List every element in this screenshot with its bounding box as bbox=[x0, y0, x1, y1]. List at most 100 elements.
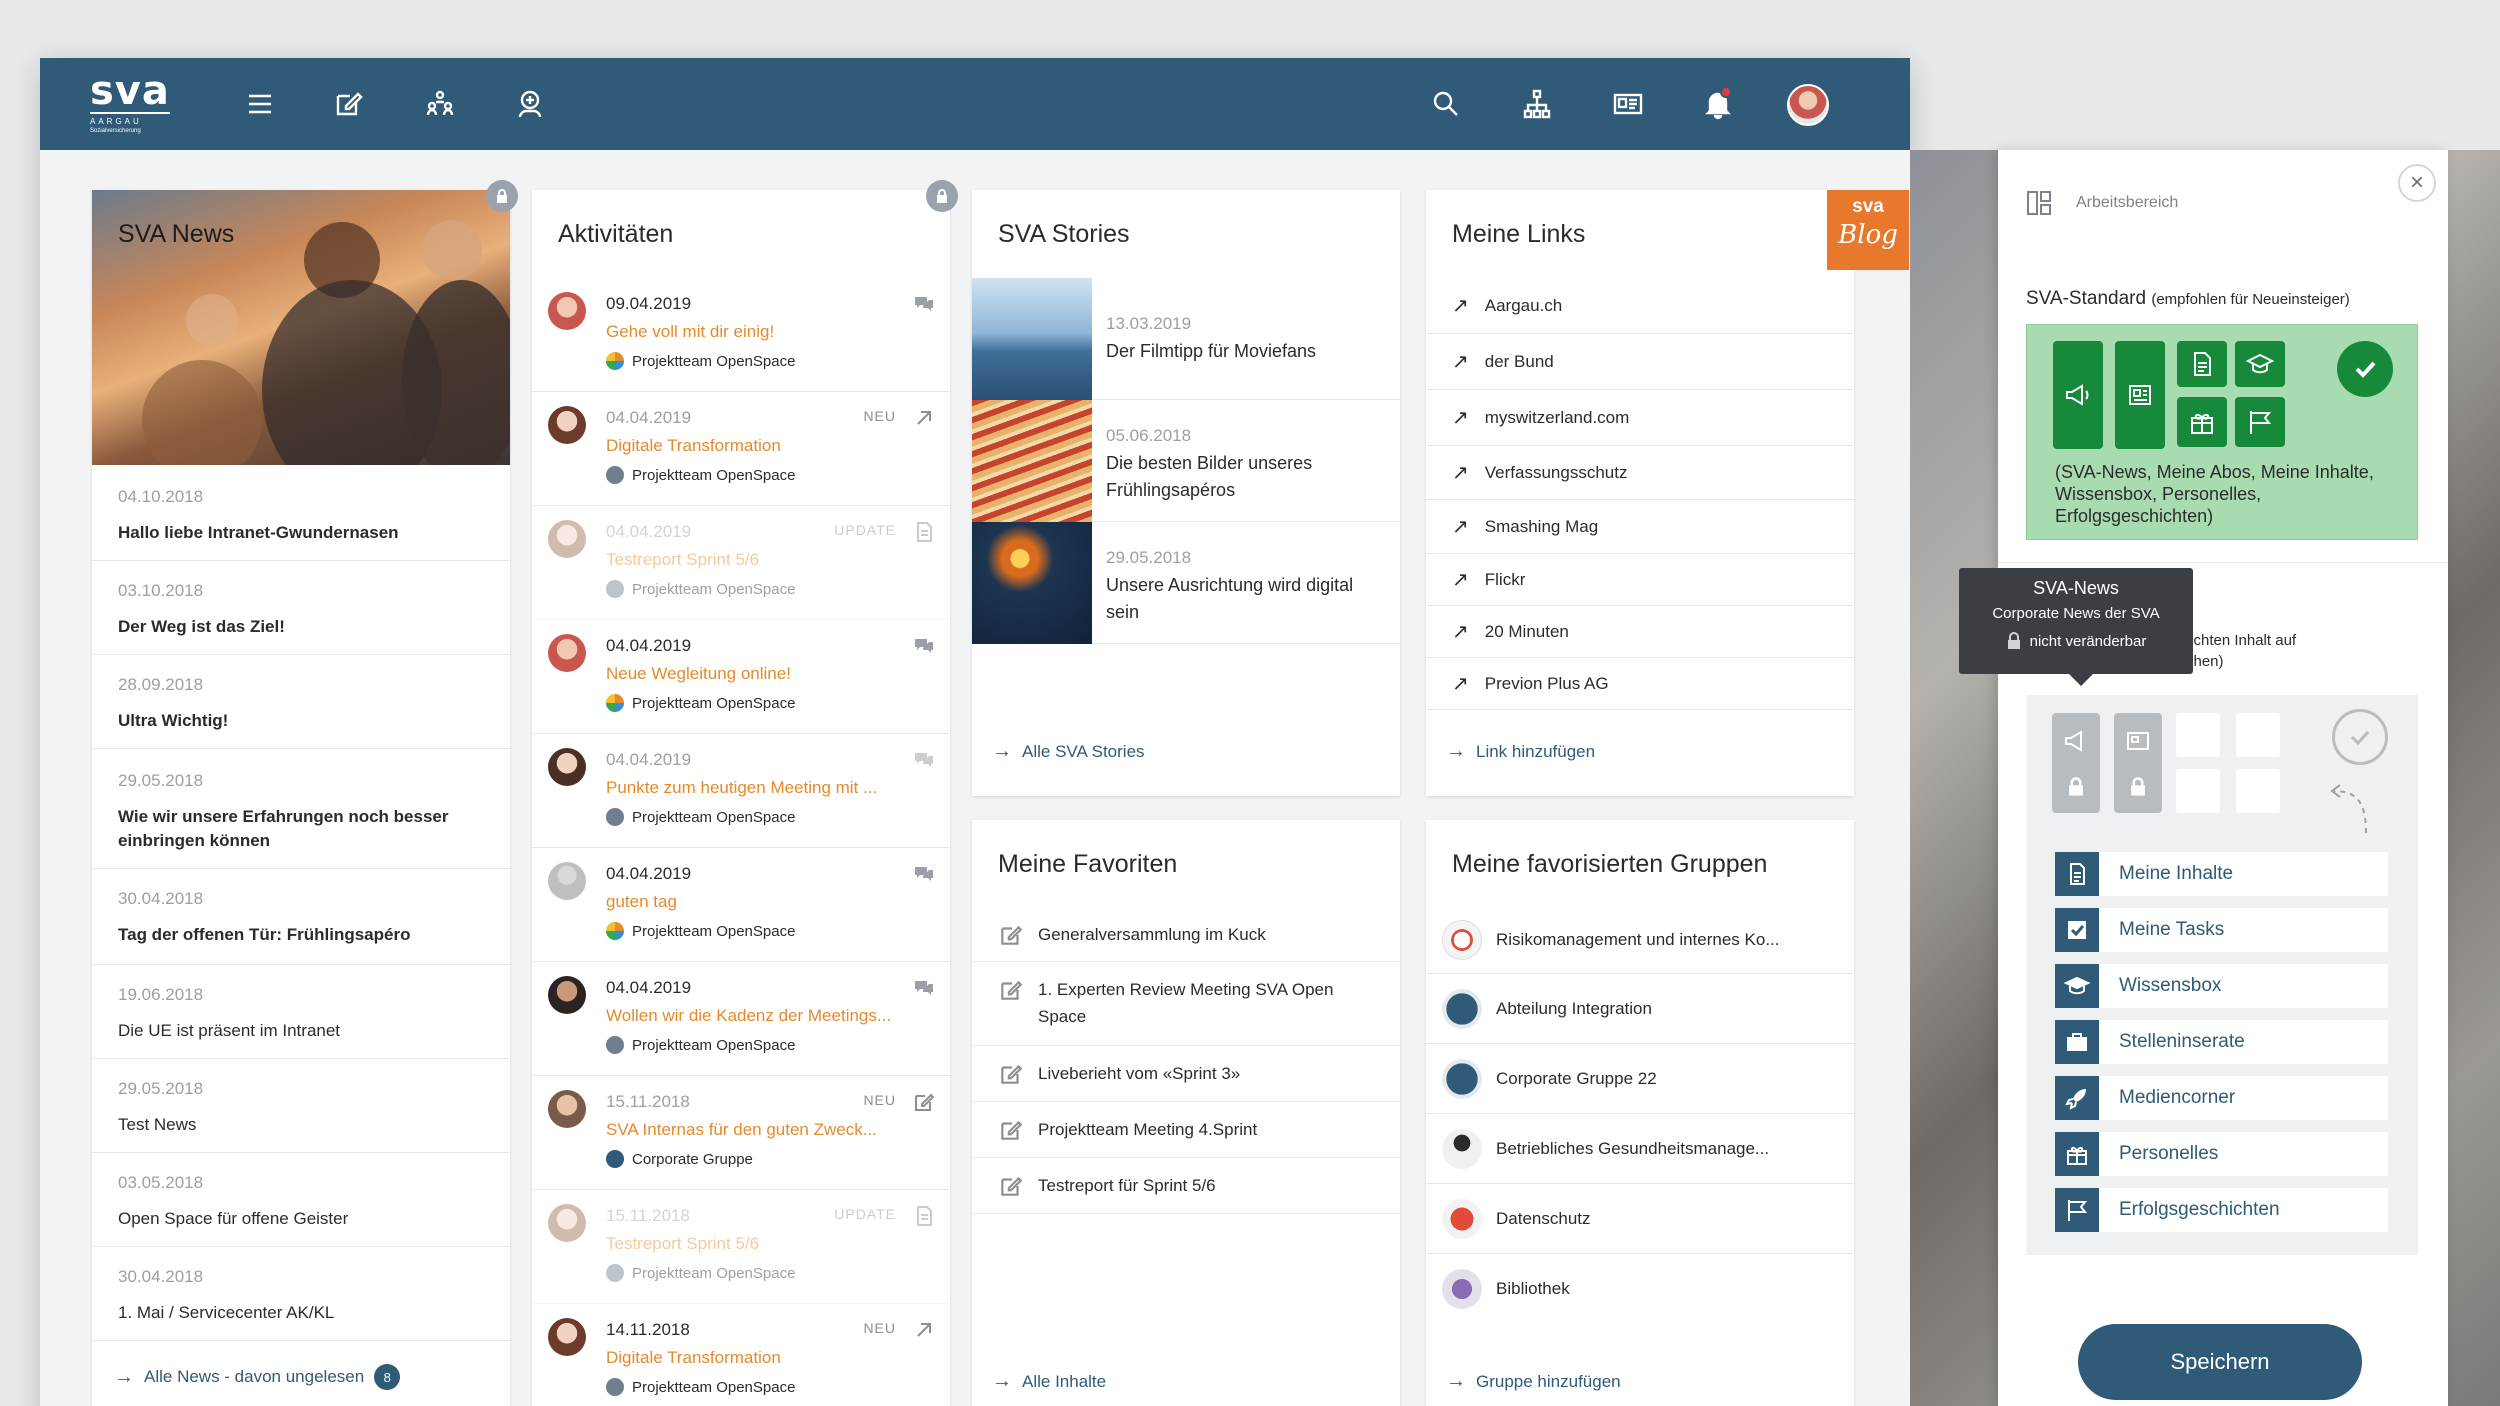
widget-erfolgsgeschichten[interactable]: Erfolgsgeschichten bbox=[2055, 1188, 2388, 1232]
group-item[interactable]: Corporate Gruppe 22 bbox=[1426, 1044, 1854, 1114]
story-item[interactable]: 05.06.2018 Die besten Bilder unseres Frü… bbox=[972, 400, 1400, 522]
sva-logo[interactable]: sva AARGAU Sozialversicherung bbox=[90, 71, 175, 136]
lock-icon bbox=[2069, 777, 2083, 796]
document-icon bbox=[917, 522, 932, 542]
news-item[interactable]: 03.10.2018 Der Weg ist das Ziel! bbox=[92, 561, 510, 655]
widget-personelles[interactable]: Personelles bbox=[2055, 1132, 2388, 1176]
add-group-icon[interactable] bbox=[510, 84, 550, 124]
activity-item[interactable]: 04.04.2019 Wollen wir die Kadenz der Mee… bbox=[532, 962, 950, 1076]
author-avatar bbox=[548, 976, 586, 1014]
all-news-link[interactable]: → Alle News - davon ungelesen 8 bbox=[114, 1364, 401, 1390]
link-item[interactable]: ↗ Smashing Mag bbox=[1426, 500, 1854, 554]
group-item[interactable]: Betriebliches Gesundheitsmanage... bbox=[1426, 1114, 1854, 1184]
rocket-icon bbox=[2055, 1076, 2099, 1120]
news-item[interactable]: 04.10.2018 Hallo liebe Intranet-Gwunderna… bbox=[92, 465, 510, 561]
news-item[interactable]: 29.05.2018 Wie wir unsere Erfahrungen noc… bbox=[92, 749, 510, 869]
check-outline-icon[interactable] bbox=[2332, 709, 2388, 765]
favorite-item[interactable]: Generalversammlung im Kuck bbox=[972, 908, 1400, 962]
user-avatar[interactable] bbox=[1786, 83, 1830, 127]
comments-icon bbox=[915, 981, 933, 995]
all-stories-link[interactable]: → Alle SVA Stories bbox=[992, 740, 1145, 763]
link-item[interactable]: ↗ der Bund bbox=[1426, 334, 1854, 390]
activity-item[interactable]: 04.04.2019 Punkte zum heutigen Meeting m… bbox=[532, 734, 950, 848]
empty-slot[interactable] bbox=[2236, 769, 2280, 813]
news-item[interactable]: 28.09.2018 Ultra Wichtig! bbox=[92, 655, 510, 749]
curved-arrow-icon bbox=[2330, 784, 2367, 834]
widget-wissensbox[interactable]: Wissensbox bbox=[2055, 964, 2388, 1008]
close-button[interactable]: × bbox=[2398, 164, 2436, 202]
add-group-button[interactable]: → Gruppe hinzufügen bbox=[1446, 1370, 1621, 1393]
external-arrow-icon: ↗ bbox=[1452, 673, 1469, 695]
empty-slot[interactable] bbox=[2176, 713, 2220, 757]
activity-item[interactable]: 04.04.2019 guten tag Projektteam OpenSpa… bbox=[532, 848, 950, 962]
link-item[interactable]: ↗ Aargau.ch bbox=[1426, 278, 1854, 334]
contact-card-icon[interactable] bbox=[1608, 84, 1648, 124]
story-item[interactable]: 29.05.2018 Unsere Ausrichtung wird digit… bbox=[972, 522, 1400, 644]
activity-item[interactable]: 09.04.2019 Gehe voll mit dir einig! Proj… bbox=[532, 278, 950, 392]
news-item[interactable]: 03.05.2018 Open Space für offene Geister bbox=[92, 1153, 510, 1247]
link-item[interactable]: ↗ 20 Minuten bbox=[1426, 606, 1854, 658]
news-item[interactable]: 29.05.2018 Test News bbox=[92, 1059, 510, 1153]
empty-slot[interactable] bbox=[2176, 769, 2220, 813]
org-chart-icon[interactable] bbox=[1517, 84, 1557, 124]
gift-icon bbox=[2055, 1132, 2099, 1176]
favorites-card: Meine Favoriten Generalversammlung im Ku… bbox=[972, 820, 1400, 1406]
activity-item[interactable]: 15.11.2018 Testreport Sprint 5/6 Projekt… bbox=[532, 1190, 950, 1304]
empty-slot[interactable] bbox=[2236, 713, 2280, 757]
lock-icon bbox=[2131, 777, 2145, 796]
activities-title: Aktivitäten bbox=[558, 220, 674, 248]
news-hero-image: SVA News bbox=[92, 190, 510, 465]
groups-card: Meine favorisierten Gruppen Risikomanage… bbox=[1426, 820, 1854, 1406]
news-item[interactable]: 30.04.2018 Tag der offenen Tür: Frühlings… bbox=[92, 869, 510, 965]
document-icon bbox=[2177, 341, 2227, 387]
activity-item[interactable]: 14.11.2018 Digitale Transformation Proje… bbox=[532, 1304, 950, 1406]
link-item[interactable]: ↗ myswitzerland.com bbox=[1426, 390, 1854, 446]
edit-note-icon bbox=[1001, 1176, 1023, 1196]
standard-preset-option[interactable]: (SVA-News, Meine Abos, Meine Inhalte, Wi… bbox=[2026, 324, 2418, 540]
link-item[interactable]: ↗ Verfassungsschutz bbox=[1426, 446, 1854, 500]
locked-newspaper-tile[interactable] bbox=[2114, 713, 2162, 813]
edit-icon[interactable] bbox=[328, 84, 368, 124]
search-icon[interactable] bbox=[1426, 84, 1466, 124]
news-item[interactable]: 19.06.2018 Die UE ist präsent im Intranet bbox=[92, 965, 510, 1059]
activity-item[interactable]: 04.04.2019 Testreport Sprint 5/6 Projekt… bbox=[532, 506, 950, 620]
notification-bell-icon[interactable] bbox=[1698, 84, 1738, 124]
external-arrow-icon: ↗ bbox=[1452, 516, 1469, 538]
widget-stelleninserate[interactable]: Stelleninserate bbox=[2055, 1020, 2388, 1064]
notification-dot bbox=[1720, 86, 1732, 98]
author-avatar bbox=[548, 1204, 586, 1242]
external-arrow-icon bbox=[917, 1323, 931, 1337]
link-item[interactable]: ↗ Previon Plus AG bbox=[1426, 658, 1854, 710]
standard-preset-description: (SVA-News, Meine Abos, Meine Inhalte, Wi… bbox=[2055, 462, 2374, 526]
activity-item[interactable]: 04.04.2019 Neue Wegleitung online! Proje… bbox=[532, 620, 950, 734]
group-item[interactable]: Abteilung Integration bbox=[1426, 974, 1854, 1044]
save-button[interactable]: Speichern bbox=[2078, 1324, 2362, 1400]
activity-item[interactable]: 04.04.2019 Digitale Transformation Proje… bbox=[532, 392, 950, 506]
group-icon bbox=[606, 580, 624, 598]
add-link-button[interactable]: → Link hinzufügen bbox=[1446, 740, 1595, 763]
group-item[interactable]: Bibliothek bbox=[1426, 1254, 1854, 1324]
link-item[interactable]: ↗ Flickr bbox=[1426, 554, 1854, 606]
comments-icon bbox=[915, 753, 933, 767]
group-item[interactable]: Risikomanagement und internes Ko... bbox=[1426, 906, 1854, 974]
activity-item[interactable]: 15.11.2018 SVA Internas für den guten Zw… bbox=[532, 1076, 950, 1190]
favorite-item[interactable]: Projektteam Meeting 4.Sprint bbox=[972, 1102, 1400, 1158]
all-contents-link[interactable]: → Alle Inhalte bbox=[992, 1370, 1106, 1393]
edit-note-icon bbox=[1001, 1064, 1023, 1084]
story-item[interactable]: 13.03.2019 Der Filmtipp für Moviefans bbox=[972, 278, 1400, 400]
favorite-item[interactable]: Testreport für Sprint 5/6 bbox=[972, 1158, 1400, 1214]
locked-news-tile[interactable] bbox=[2052, 713, 2100, 813]
group-item[interactable]: Datenschutz bbox=[1426, 1184, 1854, 1254]
favorite-item[interactable]: Liveberieht vom «Sprint 3» bbox=[972, 1046, 1400, 1102]
widget-meine-inhalte[interactable]: Meine Inhalte bbox=[2055, 852, 2388, 896]
widget-mediencorner[interactable]: Mediencorner bbox=[2055, 1076, 2388, 1120]
news-item[interactable]: 30.04.2018 1. Mai / Servicecenter AK/KL bbox=[92, 1247, 510, 1341]
users-icon[interactable] bbox=[420, 84, 460, 124]
group-avatar bbox=[1442, 1269, 1482, 1309]
widget-meine-tasks[interactable]: Meine Tasks bbox=[2055, 908, 2388, 952]
menu-icon[interactable] bbox=[240, 84, 280, 124]
sva-blog-badge[interactable]: sva Blog bbox=[1827, 190, 1909, 270]
external-arrow-icon: ↗ bbox=[1452, 351, 1469, 373]
edit-note-icon bbox=[1001, 925, 1023, 945]
favorite-item[interactable]: 1. Experten Review Meeting SVA Open Spac… bbox=[972, 962, 1400, 1046]
